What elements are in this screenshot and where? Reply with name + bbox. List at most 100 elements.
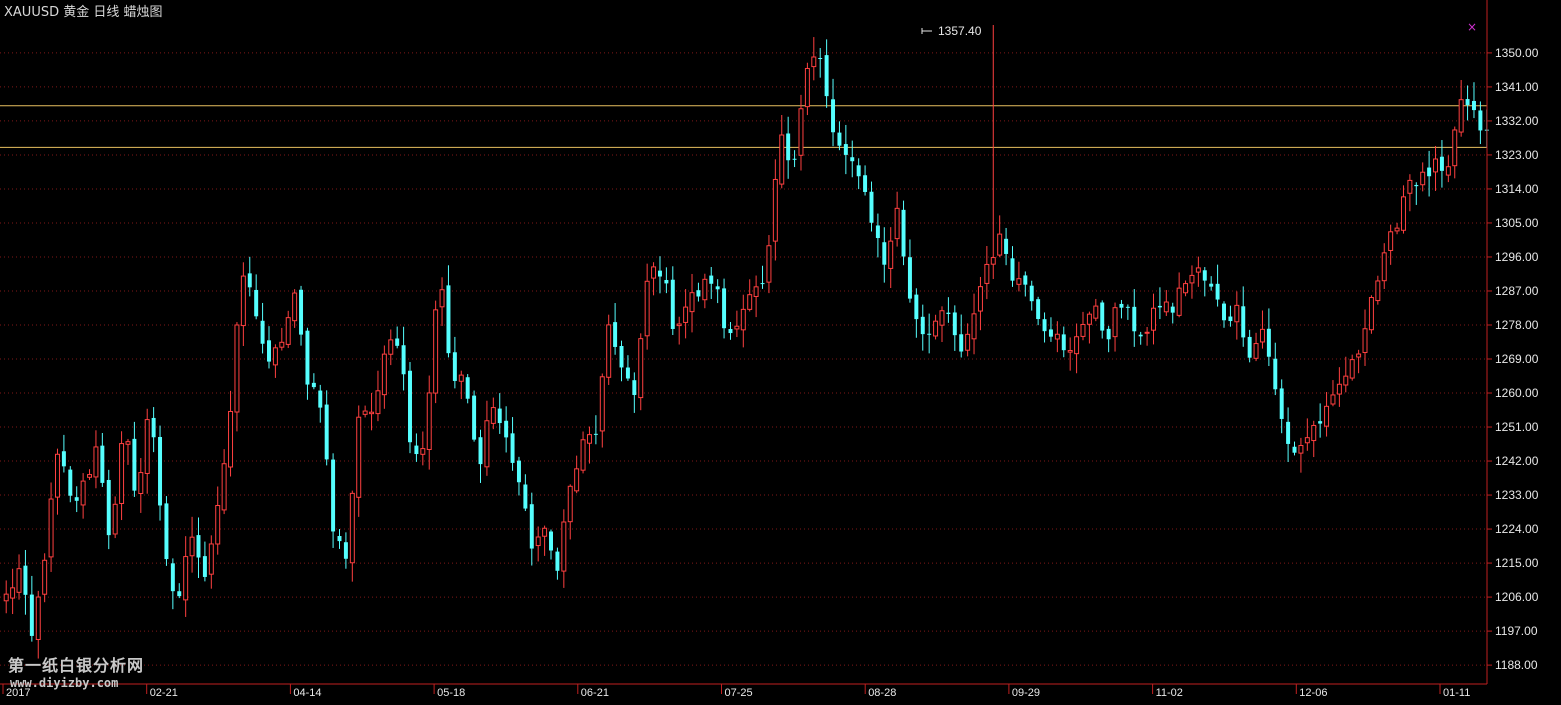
- candle-body: [1036, 299, 1041, 320]
- candle-body: [638, 338, 644, 399]
- candle-body: [1202, 270, 1207, 281]
- candle-body: [869, 191, 874, 223]
- candle: [1465, 85, 1470, 121]
- candle: [529, 492, 534, 566]
- date-label: 11-02: [1156, 687, 1183, 699]
- horizontal-reference-lines[interactable]: [0, 105, 1487, 148]
- candle: [1471, 82, 1476, 119]
- candle: [1074, 323, 1080, 374]
- candle: [510, 417, 515, 471]
- candle: [3, 580, 9, 614]
- candle: [318, 384, 323, 423]
- candle: [158, 425, 163, 521]
- candle-body: [68, 469, 73, 496]
- candle: [272, 344, 278, 378]
- candle-body: [888, 240, 894, 269]
- candle-body: [651, 266, 657, 279]
- candle-body: [1336, 383, 1342, 395]
- candle-body: [356, 416, 362, 498]
- candle-body: [933, 320, 939, 337]
- candle-body: [1458, 99, 1464, 133]
- candle: [16, 554, 22, 600]
- date-label: 06-21: [581, 687, 609, 699]
- candle-body: [1209, 283, 1214, 287]
- candle: [42, 553, 48, 603]
- price-label: 1215.00: [1495, 556, 1539, 570]
- candle: [48, 482, 54, 572]
- candle-body: [1228, 316, 1233, 322]
- price-label: 1197.00: [1495, 624, 1538, 638]
- price-label: 1188.00: [1495, 658, 1538, 672]
- candle: [542, 525, 548, 556]
- candle-body: [61, 451, 66, 467]
- candle: [939, 306, 945, 343]
- candle-body: [1388, 231, 1394, 251]
- candle-body: [1362, 328, 1368, 354]
- candle-body: [875, 225, 880, 239]
- chart-title: XAUUSD 黄金 日线 蜡烛图: [4, 1, 163, 20]
- candle-body: [452, 352, 457, 381]
- candle-body: [1074, 336, 1080, 355]
- candle: [606, 314, 612, 385]
- candle-body: [100, 445, 105, 483]
- candle: [1330, 380, 1336, 407]
- watermark-title: 第一纸白银分析网: [8, 656, 145, 675]
- candle-body: [535, 536, 541, 547]
- candle: [965, 323, 971, 357]
- price-label: 1305.00: [1495, 216, 1539, 230]
- candle: [772, 159, 778, 261]
- candle: [279, 327, 285, 351]
- date-label: 07-25: [725, 687, 753, 699]
- candle: [1004, 227, 1009, 266]
- candle: [1125, 304, 1130, 320]
- candle-body: [318, 390, 323, 408]
- candle-body: [132, 438, 137, 491]
- candle: [1036, 296, 1041, 326]
- candle-body: [292, 292, 298, 322]
- candle: [1157, 287, 1162, 320]
- candle: [100, 432, 105, 487]
- candle: [593, 415, 598, 445]
- candle-body: [16, 568, 22, 593]
- candle: [369, 392, 375, 431]
- candle-body: [458, 374, 464, 382]
- candle-body: [1100, 302, 1105, 331]
- candle: [125, 438, 131, 465]
- candle: [689, 273, 695, 333]
- candle-body: [1427, 167, 1432, 177]
- candle: [349, 490, 355, 582]
- candle-body: [1330, 394, 1336, 405]
- candle: [901, 200, 906, 266]
- candle: [138, 458, 144, 513]
- candle: [446, 265, 451, 358]
- candle-body: [272, 347, 278, 366]
- candle-body: [1093, 305, 1099, 319]
- candle-body: [927, 333, 932, 335]
- candle-body: [112, 503, 118, 535]
- candle-body: [349, 492, 355, 564]
- date-label: 08-28: [868, 687, 896, 699]
- candle: [1209, 276, 1214, 291]
- candle-body: [29, 594, 34, 636]
- candle-body: [722, 288, 727, 329]
- candle-body: [177, 591, 182, 597]
- candle-body: [580, 439, 586, 471]
- candle-body: [1138, 334, 1143, 337]
- candle-body: [408, 370, 412, 443]
- candle: [285, 310, 291, 349]
- price-label: 1269.00: [1495, 352, 1539, 366]
- candle: [1298, 437, 1304, 473]
- candle-body: [606, 324, 612, 378]
- candle-body: [965, 333, 971, 351]
- close-icon[interactable]: ×: [1467, 20, 1477, 34]
- price-label: 1206.00: [1495, 590, 1539, 604]
- candle: [299, 285, 304, 346]
- candle-body: [170, 563, 175, 592]
- candle-body: [35, 596, 41, 640]
- candle: [792, 150, 797, 168]
- annotation-label: 1357.40: [938, 24, 982, 38]
- chart-kind-label: 蜡烛图: [123, 5, 163, 20]
- candle-body: [1311, 424, 1317, 442]
- candle-body: [1080, 323, 1086, 337]
- date-label: 12-06: [1299, 687, 1327, 699]
